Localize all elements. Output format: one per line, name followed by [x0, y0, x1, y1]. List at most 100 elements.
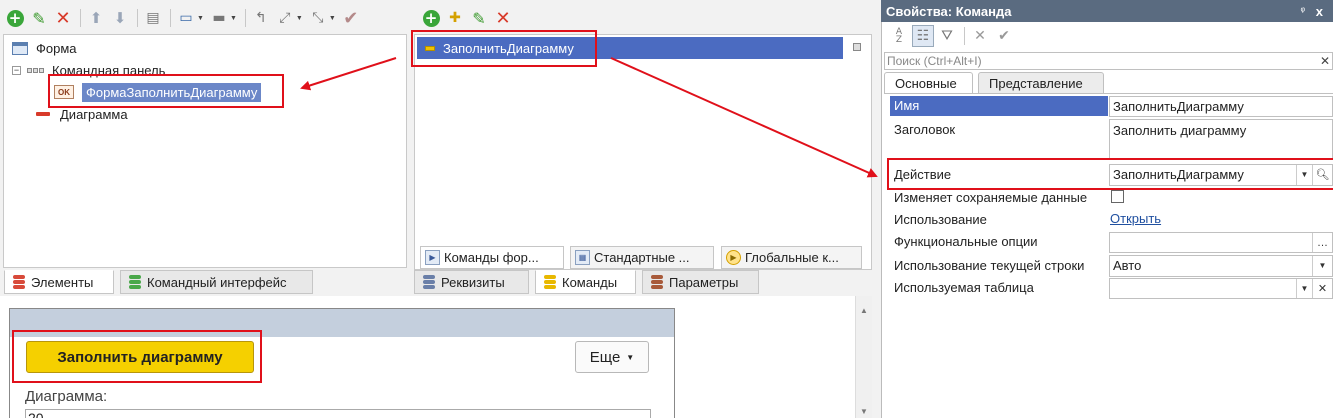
- add-icon[interactable]: +: [4, 7, 26, 29]
- chevron-down-icon[interactable]: ▼: [296, 15, 303, 22]
- close-icon[interactable]: x: [1316, 4, 1323, 19]
- prop-label-modifies-data: Изменяет сохраняемые данные: [894, 190, 1088, 205]
- chevron-down-icon[interactable]: ▼: [329, 15, 336, 22]
- tab-form-commands[interactable]: ▶ Команды фор...: [420, 246, 564, 269]
- prop-label-usage: Использование: [894, 212, 987, 227]
- modifies-data-checkbox[interactable]: [1111, 190, 1124, 203]
- tab-label: Команды: [562, 274, 618, 290]
- add-icon[interactable]: +: [420, 7, 442, 29]
- commands-list-panel: [414, 34, 872, 270]
- properties-toolbar: AZ ☷ ⛛ ✕ ✔: [884, 23, 1017, 49]
- tab-label: Реквизиты: [441, 274, 505, 290]
- tab-attributes[interactable]: Реквизиты: [414, 270, 529, 294]
- tab-label: Основные: [895, 75, 957, 91]
- move-up-icon[interactable]: ⬆: [85, 7, 107, 29]
- current-row-usage-value: Авто: [1113, 258, 1142, 273]
- apply-icon[interactable]: ✔: [993, 25, 1015, 47]
- prop-label-current-row-usage: Использование текущей строки: [894, 258, 1085, 273]
- pin-icon[interactable]: ᵠ: [1301, 6, 1305, 17]
- tab-label: Элементы: [31, 274, 94, 290]
- standard-command-icon: ▦: [575, 250, 590, 265]
- tab-label: Глобальные к...: [745, 250, 839, 265]
- properties-title: Свойства: Команда: [886, 3, 1012, 19]
- tab-global-commands[interactable]: ▶ Глобальные к...: [721, 246, 862, 269]
- tab-standard-commands[interactable]: ▦ Стандартные ...: [570, 246, 714, 269]
- clear-icon[interactable]: ✕: [1312, 279, 1332, 298]
- clear-icon[interactable]: ✕: [1320, 53, 1330, 69]
- more-button-label: Еще: [589, 348, 621, 366]
- categories-icon[interactable]: ☷: [912, 25, 934, 47]
- link-icon[interactable]: ↰: [250, 7, 272, 29]
- add-copy-icon[interactable]: ✚: [444, 7, 466, 29]
- tab-elements[interactable]: Элементы: [4, 270, 114, 294]
- chart-field[interactable]: 20: [25, 409, 651, 418]
- tabs-underline: [884, 93, 1333, 94]
- tab-label: Параметры: [669, 274, 739, 290]
- properties-icon[interactable]: ▤: [142, 7, 164, 29]
- chart-field-icon: [36, 112, 50, 116]
- global-command-icon: ▶: [726, 250, 741, 265]
- used-table-select[interactable]: ▼ ✕: [1109, 278, 1333, 299]
- current-row-usage-select[interactable]: Авто ▼: [1109, 255, 1333, 277]
- separator: [80, 9, 81, 27]
- tree-item-form[interactable]: Форма: [12, 38, 77, 58]
- row-marker: [853, 43, 861, 51]
- sort-az-icon[interactable]: AZ: [888, 25, 910, 47]
- highlight-action-row: [887, 158, 1333, 190]
- chart-field-label: Диаграмма:: [25, 388, 108, 405]
- properties-title-bar: Свойства: Команда ᵠ x: [881, 0, 1333, 22]
- tab-label: Команды фор...: [444, 250, 539, 265]
- tree-item-label: Форма: [36, 40, 77, 56]
- scroll-up-icon[interactable]: ▲: [860, 306, 868, 315]
- group-icon[interactable]: ▬: [208, 7, 230, 29]
- prop-label-name: Имя: [890, 96, 1108, 116]
- check-icon[interactable]: ✔: [340, 7, 362, 29]
- edit-icon[interactable]: ✎: [28, 7, 50, 29]
- window-icon[interactable]: ▭: [175, 7, 197, 29]
- usage-open-link[interactable]: Открыть: [1110, 211, 1161, 226]
- form-command-icon: ▶: [425, 250, 440, 265]
- more-options-icon[interactable]: …: [1312, 233, 1332, 252]
- prop-name-field[interactable]: ЗаполнитьДиаграмму: [1109, 96, 1333, 117]
- highlight-fill-button: [12, 330, 262, 383]
- separator: [170, 9, 171, 27]
- chevron-down-icon: ▼: [626, 352, 635, 362]
- chevron-down-icon[interactable]: ▼: [1296, 279, 1312, 298]
- functional-options-field[interactable]: …: [1109, 232, 1333, 253]
- tab-presentation[interactable]: Представление: [978, 72, 1104, 94]
- command-bar-icon: [27, 67, 44, 73]
- move-down-icon[interactable]: ⬇: [109, 7, 131, 29]
- commands-icon: [544, 275, 556, 289]
- chevron-down-icon[interactable]: ▼: [1312, 256, 1332, 276]
- collapse-icon[interactable]: −: [12, 65, 21, 75]
- prop-label-used-table: Используемая таблица: [894, 280, 1034, 295]
- expand-icon[interactable]: ⤡: [307, 7, 329, 29]
- elements-toolbar: + ✎ ✕ ⬆ ⬇ ▤ ▭ ▼ ▬ ▼ ↰ ⤢ ▼ ⤡ ▼ ✔: [0, 4, 405, 32]
- prop-title-field[interactable]: Заполнить диаграмму: [1109, 119, 1333, 159]
- separator: [964, 27, 965, 45]
- search-placeholder: Поиск (Ctrl+Alt+I): [887, 54, 982, 68]
- elements-tree-panel: Форма − Командная панель OK ФормаЗаполни…: [3, 34, 407, 268]
- tab-main[interactable]: Основные: [884, 72, 973, 94]
- commands-toolbar: + ✚ ✎ ✕: [416, 4, 856, 32]
- cancel-icon[interactable]: ✕: [969, 25, 991, 47]
- edit-icon[interactable]: ✎: [468, 7, 490, 29]
- chevron-down-icon[interactable]: ▼: [230, 15, 237, 22]
- tab-commands[interactable]: Команды: [535, 270, 636, 294]
- prop-label-functional-options: Функциональные опции: [894, 234, 1038, 249]
- form-icon: [12, 41, 28, 55]
- filter-icon[interactable]: ⛛: [936, 25, 958, 47]
- properties-search-input[interactable]: Поиск (Ctrl+Alt+I) ✕: [884, 52, 1333, 70]
- chevron-down-icon[interactable]: ▼: [197, 15, 204, 22]
- attributes-icon: [423, 275, 435, 289]
- scroll-down-icon[interactable]: ▼: [860, 407, 868, 416]
- resize-icon[interactable]: ⤢: [274, 7, 296, 29]
- highlight-command-row: [411, 30, 597, 67]
- vertical-scrollbar[interactable]: ▲ ▼: [855, 296, 872, 418]
- delete-icon[interactable]: ✕: [492, 7, 514, 29]
- tab-parameters[interactable]: Параметры: [642, 270, 759, 294]
- more-button[interactable]: Еще ▼: [575, 341, 649, 373]
- tab-command-interface[interactable]: Командный интерфейс: [120, 270, 313, 294]
- parameters-icon: [651, 275, 663, 289]
- delete-icon[interactable]: ✕: [52, 7, 74, 29]
